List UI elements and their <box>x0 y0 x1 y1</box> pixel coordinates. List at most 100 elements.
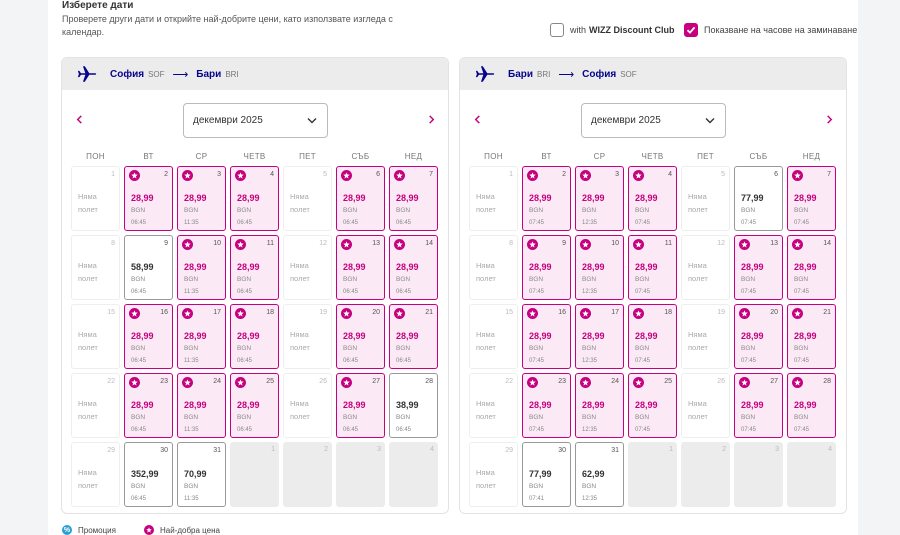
destination-code: SOF <box>620 69 637 79</box>
fare-currency: BGN <box>131 483 146 490</box>
day-cell[interactable]: 25 28,99 BGN 06:45 <box>230 373 279 438</box>
departure-time: 06:45 <box>131 427 147 433</box>
fare-currency: BGN <box>582 207 597 214</box>
day-number: 3 <box>615 171 619 178</box>
day-cell[interactable]: 10 28,99 BGN 11:35 <box>177 235 226 300</box>
weekday-label: ПЕТ <box>299 152 316 161</box>
day-number: 17 <box>611 309 619 316</box>
day-cell[interactable]: 25 28,99 BGN 07:45 <box>628 373 677 438</box>
day-cell[interactable]: 20 28,99 BGN 07:45 <box>734 304 783 369</box>
day-number: 18 <box>266 309 274 316</box>
day-cell: 29 Няма полет <box>71 442 120 507</box>
best-price-icon <box>394 308 405 319</box>
promo-icon: % <box>62 525 72 535</box>
day-cell[interactable]: 2 28,99 BGN 07:45 <box>522 166 571 231</box>
day-cell[interactable]: 10 28,99 BGN 12:35 <box>575 235 624 300</box>
day-cell[interactable]: 18 28,99 BGN 07:45 <box>628 304 677 369</box>
discount-club-checkbox[interactable] <box>550 23 564 37</box>
day-cell[interactable]: 9 58,99 BGN 06:45 <box>124 235 173 300</box>
day-number: 19 <box>717 309 725 316</box>
day-cell: 2 <box>283 442 332 507</box>
best-price-icon <box>633 170 644 181</box>
day-cell[interactable]: 14 28,99 BGN 06:45 <box>389 235 438 300</box>
outbound-calendar: София SOF ⟶ Бари BRI декември 2025 ПОН ВТ СР ЧЕТВ… <box>61 57 449 514</box>
day-cell[interactable]: 20 28,99 BGN 06:45 <box>336 304 385 369</box>
month-select[interactable]: декември 2025 <box>581 103 726 138</box>
fare-currency: BGN <box>794 345 809 352</box>
discount-club-option[interactable]: with WIZZ Discount Club <box>550 23 675 37</box>
day-cell[interactable]: 18 28,99 BGN 06:45 <box>230 304 279 369</box>
day-cell[interactable]: 2 28,99 BGN 06:45 <box>124 166 173 231</box>
day-cell[interactable]: 21 28,99 BGN 07:45 <box>787 304 836 369</box>
weekday-label: СЪБ <box>749 152 768 161</box>
day-cell[interactable]: 11 28,99 BGN 06:45 <box>230 235 279 300</box>
departure-time: 07:45 <box>635 427 651 433</box>
day-number: 4 <box>430 446 434 453</box>
fare-currency: BGN <box>794 207 809 214</box>
prev-month-button[interactable] <box>72 112 86 126</box>
day-cell[interactable]: 7 28,99 BGN 07:45 <box>787 166 836 231</box>
day-cell[interactable]: 14 28,99 BGN 07:45 <box>787 235 836 300</box>
next-month-button[interactable] <box>424 112 438 126</box>
calendar-grid: 1 Няма полет 2 28,99 BGN 06:45 3 28,99 BGN 11:35 4… <box>71 166 438 507</box>
day-cell[interactable]: 17 28,99 BGN 12:35 <box>575 304 624 369</box>
departure-time: 06:45 <box>396 358 412 364</box>
day-cell[interactable]: 30 352,99 BGN 06:45 <box>124 442 173 507</box>
day-cell[interactable]: 23 28,99 BGN 06:45 <box>124 373 173 438</box>
day-cell[interactable]: 16 28,99 BGN 06:45 <box>124 304 173 369</box>
fare-currency: BGN <box>635 414 650 421</box>
day-cell[interactable]: 9 28,99 BGN 07:45 <box>522 235 571 300</box>
departure-time: 07:45 <box>794 358 810 364</box>
day-cell[interactable]: 31 62,99 BGN 12:35 <box>575 442 624 507</box>
fare-currency: BGN <box>396 414 411 421</box>
day-cell[interactable]: 17 28,99 BGN 11:35 <box>177 304 226 369</box>
prev-month-button[interactable] <box>470 112 484 126</box>
day-cell[interactable]: 31 70,99 BGN 11:35 <box>177 442 226 507</box>
best-price-icon <box>633 308 644 319</box>
day-cell[interactable]: 24 28,99 BGN 12:35 <box>575 373 624 438</box>
month-select[interactable]: декември 2025 <box>183 103 328 138</box>
day-cell[interactable]: 21 28,99 BGN 06:45 <box>389 304 438 369</box>
show-times-option[interactable]: Показване на часове на заминаване <box>684 23 857 37</box>
fare-price: 28,99 <box>529 331 552 341</box>
best-price-icon <box>792 170 803 181</box>
day-cell[interactable]: 27 28,99 BGN 07:45 <box>734 373 783 438</box>
day-cell[interactable]: 13 28,99 BGN 06:45 <box>336 235 385 300</box>
day-cell: 5 Няма полет <box>681 166 730 231</box>
weekday-label: НЕД <box>404 152 423 161</box>
route-arrow-icon: ⟶ <box>558 68 575 81</box>
day-cell[interactable]: 3 28,99 BGN 11:35 <box>177 166 226 231</box>
day-number: 8 <box>509 240 513 247</box>
day-cell[interactable]: 28 38,99 BGN 06:45 <box>389 373 438 438</box>
day-cell: 22 Няма полет <box>71 373 120 438</box>
day-number: 3 <box>775 446 779 453</box>
fare-currency: BGN <box>237 414 252 421</box>
day-number: 25 <box>664 378 672 385</box>
day-cell[interactable]: 23 28,99 BGN 07:45 <box>522 373 571 438</box>
day-cell[interactable]: 24 28,99 BGN 11:35 <box>177 373 226 438</box>
day-cell[interactable]: 4 28,99 BGN 07:45 <box>628 166 677 231</box>
day-cell[interactable]: 13 28,99 BGN 07:45 <box>734 235 783 300</box>
next-month-button[interactable] <box>822 112 836 126</box>
day-cell[interactable]: 16 28,99 BGN 07:45 <box>522 304 571 369</box>
fare-price: 28,99 <box>529 262 552 272</box>
day-cell[interactable]: 4 28,99 BGN 06:45 <box>230 166 279 231</box>
day-cell[interactable]: 7 28,99 BGN 06:45 <box>389 166 438 231</box>
day-cell[interactable]: 28 28,99 BGN 07:45 <box>787 373 836 438</box>
origin-city: Бари <box>508 68 534 80</box>
day-cell[interactable]: 30 77,99 BGN 07:41 <box>522 442 571 507</box>
show-times-checkbox[interactable] <box>684 23 698 37</box>
departure-time: 07:45 <box>529 358 545 364</box>
day-number: 4 <box>828 446 832 453</box>
day-number: 2 <box>164 171 168 178</box>
fare-currency: BGN <box>237 276 252 283</box>
day-cell[interactable]: 6 77,99 BGN 07:45 <box>734 166 783 231</box>
best-price-icon <box>394 239 405 250</box>
day-cell[interactable]: 27 28,99 BGN 06:45 <box>336 373 385 438</box>
day-cell[interactable]: 3 28,99 BGN 12:35 <box>575 166 624 231</box>
departure-time: 12:35 <box>582 496 598 502</box>
fare-currency: BGN <box>184 414 199 421</box>
day-cell[interactable]: 11 28,99 BGN 07:45 <box>628 235 677 300</box>
day-number: 29 <box>505 447 513 454</box>
day-cell[interactable]: 6 28,99 BGN 06:45 <box>336 166 385 231</box>
